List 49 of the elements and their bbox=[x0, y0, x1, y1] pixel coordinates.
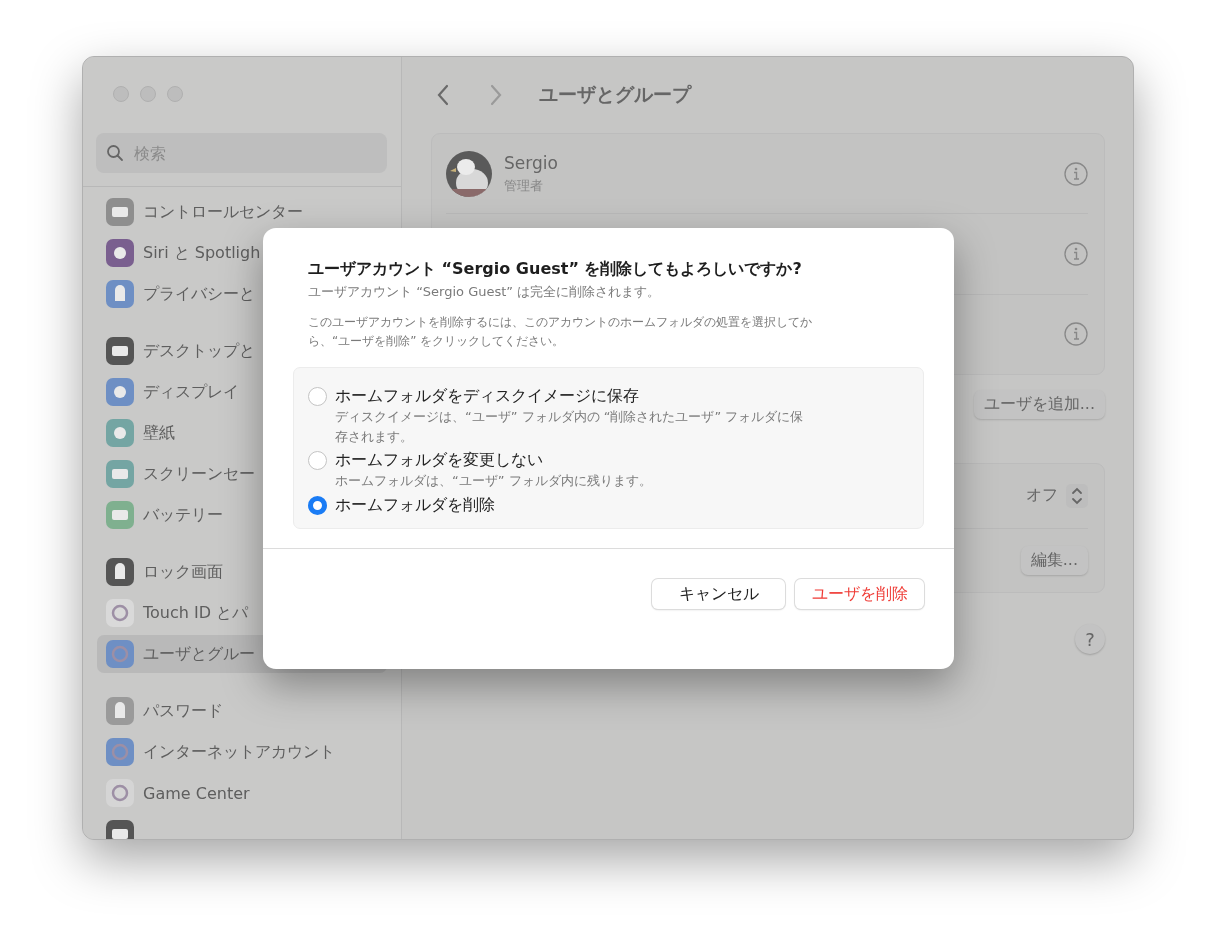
sidebar-item[interactable]: ロック画面 bbox=[97, 553, 387, 591]
app-icon bbox=[105, 279, 135, 309]
app-icon bbox=[105, 557, 135, 587]
search-icon bbox=[106, 144, 124, 162]
sidebar-item[interactable]: インターネットアカウント bbox=[97, 733, 387, 771]
close-button[interactable] bbox=[113, 86, 129, 102]
app-icon bbox=[105, 500, 135, 530]
info-icon[interactable] bbox=[1064, 242, 1088, 266]
sidebar-item[interactable]: Touch ID とパ bbox=[97, 594, 387, 632]
cancel-button[interactable]: キャンセル bbox=[652, 579, 785, 609]
stepper-icon[interactable] bbox=[1066, 483, 1088, 508]
radio-button[interactable] bbox=[308, 451, 327, 471]
radio-button[interactable] bbox=[308, 387, 327, 407]
edit-button[interactable]: 編集... bbox=[1020, 545, 1088, 575]
setting-value: オフ bbox=[1026, 485, 1058, 507]
app-icon bbox=[105, 377, 135, 407]
option-label[interactable]: ホームフォルダを変更しない bbox=[335, 450, 543, 472]
app-icon bbox=[105, 238, 135, 268]
minimize-button[interactable] bbox=[140, 86, 156, 102]
app-icon bbox=[105, 737, 135, 767]
sidebar-item[interactable]: Game Center bbox=[97, 774, 387, 812]
app-icon bbox=[105, 696, 135, 726]
dialog-instructions: このユーザアカウントを削除するには、このアカウントのホームフォルダの処置を選択してから、“ユーザを削除” をクリックしてください。 bbox=[307, 314, 813, 351]
zoom-button[interactable] bbox=[167, 86, 183, 102]
app-icon bbox=[105, 598, 135, 628]
forward-icon[interactable] bbox=[488, 83, 504, 107]
sidebar-item[interactable]: コントロールセンター bbox=[97, 193, 387, 231]
dialog-subtitle: ユーザアカウント “Sergio Guest” は完全に削除されます。 bbox=[307, 283, 662, 301]
radio-button[interactable] bbox=[308, 495, 327, 515]
option-description: ディスクイメージは、“ユーザ” フォルダ内の “削除されたユーザ” フォルダに保存されます。 bbox=[334, 408, 805, 446]
app-icon bbox=[105, 459, 135, 489]
back-icon[interactable] bbox=[435, 83, 451, 107]
app-icon bbox=[105, 418, 135, 448]
option-description: ホームフォルダは、“ユーザ” フォルダ内に残ります。 bbox=[334, 472, 653, 491]
app-icon bbox=[105, 336, 135, 366]
window-title: ユーザとグループ bbox=[539, 82, 691, 107]
sidebar-item[interactable]: パスワード bbox=[97, 692, 387, 730]
option-label[interactable]: ホームフォルダをディスクイメージに保存 bbox=[335, 386, 639, 408]
info-icon[interactable] bbox=[1064, 322, 1088, 347]
add-user-button[interactable]: ユーザを追加... bbox=[973, 390, 1105, 419]
delete-button[interactable]: ユーザを削除 bbox=[795, 579, 924, 609]
app-icon bbox=[105, 778, 135, 808]
dialog-title: ユーザアカウント “Sergio Guest” を削除してもよろしいですか? bbox=[307, 259, 803, 280]
option-label[interactable]: ホームフォルダを削除 bbox=[335, 494, 495, 516]
info-icon[interactable] bbox=[1064, 161, 1088, 186]
user-name: Sergio bbox=[504, 152, 558, 173]
app-icon bbox=[105, 197, 135, 227]
app-icon bbox=[105, 639, 135, 669]
help-button[interactable]: ? bbox=[1075, 624, 1105, 654]
